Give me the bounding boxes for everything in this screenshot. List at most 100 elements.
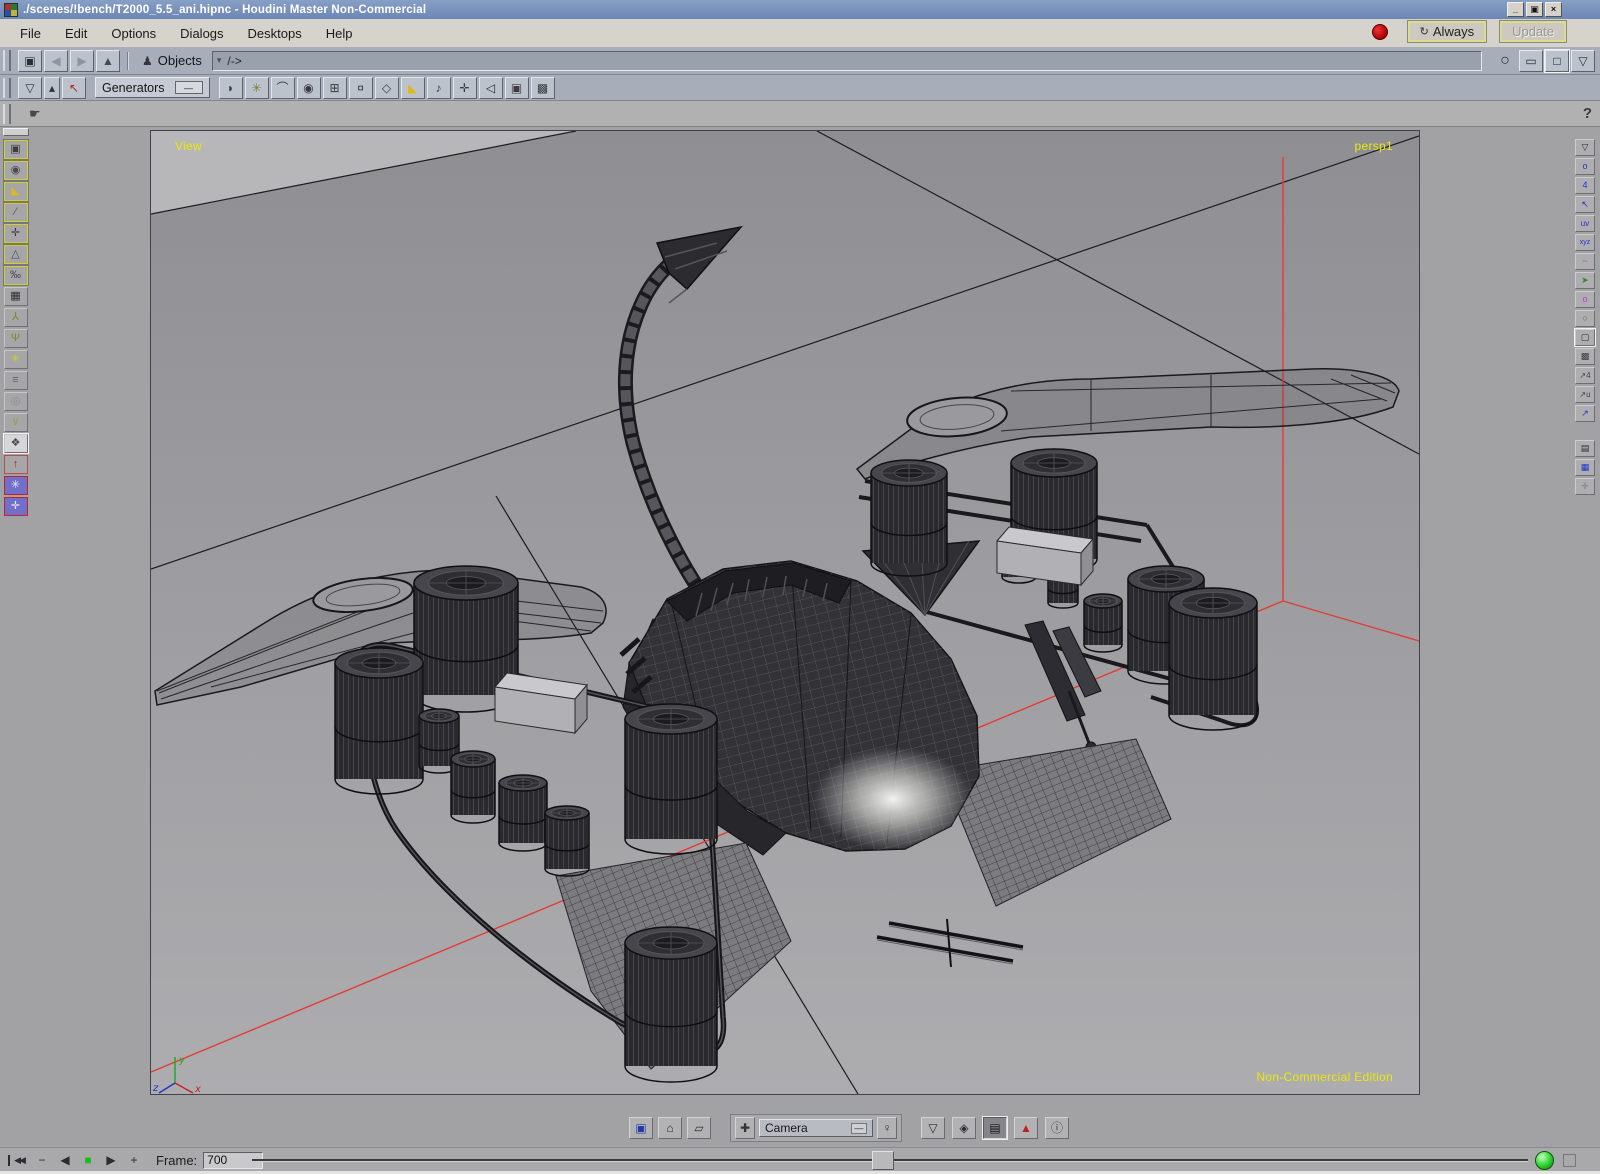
light-tool-icon[interactable]: ◣ — [401, 77, 425, 99]
red-arrow-icon[interactable]: ↑ — [4, 455, 28, 474]
camera-icon[interactable]: ◉ — [4, 161, 28, 180]
shaded-mode-icon[interactable]: ◈ — [952, 1117, 976, 1139]
starburst-icon[interactable]: ✳ — [4, 350, 28, 369]
help-button[interactable]: ? — [1583, 105, 1592, 122]
snap-grid-icon[interactable]: ↗4 — [1575, 367, 1595, 384]
menu-help[interactable]: Help — [314, 20, 365, 47]
ik-chain-icon[interactable]: Ψ — [4, 329, 28, 348]
up-level-button[interactable]: ▲ — [96, 50, 120, 72]
info-icon[interactable]: ⓘ — [1045, 1117, 1069, 1139]
view-filter-icon[interactable]: ▽ — [1575, 139, 1595, 156]
chevrons-icon[interactable]: ∨ — [4, 413, 28, 432]
curve-edit-icon[interactable]: ~ — [1575, 253, 1595, 270]
bone-tool-icon[interactable]: ⌒ — [271, 77, 295, 99]
restore-button[interactable]: ▣ — [1526, 2, 1543, 17]
frame-view-icon[interactable]: ▱ — [687, 1117, 711, 1139]
paint-select-icon[interactable]: ✛ — [4, 497, 28, 516]
add-view-button[interactable]: ✚ — [735, 1117, 755, 1139]
display-box-icon[interactable]: ▤ — [1575, 440, 1595, 457]
bone-icon[interactable]: ⁄ — [4, 203, 28, 222]
path-field[interactable]: ▾ /-> — [212, 51, 1482, 71]
spare-button[interactable]: ▴ — [44, 77, 60, 99]
menu-file[interactable]: File — [8, 20, 53, 47]
toolbar-grip[interactable] — [3, 50, 11, 72]
snap-points-icon[interactable]: ↗ — [1575, 405, 1595, 422]
jack-icon[interactable]: ❖ — [4, 434, 28, 453]
viewport-filter-icon[interactable]: ▽ — [921, 1117, 945, 1139]
home-view-icon[interactable]: ⌂ — [658, 1117, 682, 1139]
pane-layout-button[interactable]: ▣ — [18, 50, 42, 72]
float-pane-button[interactable]: ▭ — [1519, 50, 1543, 72]
point-select-icon[interactable]: o — [1575, 291, 1595, 308]
flask-icon[interactable]: △ — [4, 245, 28, 264]
generators-dropdown[interactable]: Generators — — [95, 77, 210, 98]
timeline-handle[interactable] — [872, 1151, 894, 1170]
tool-filter-button[interactable]: ▽ — [18, 77, 42, 99]
realtime-toggle-icon[interactable] — [1535, 1151, 1554, 1170]
select-xyz-icon[interactable]: xyz — [1575, 234, 1595, 251]
collapse-icon[interactable]: — — [851, 1123, 867, 1134]
update-mode-button[interactable]: ↻ Always — [1408, 21, 1486, 42]
update-button[interactable]: Update — [1500, 21, 1566, 42]
hierarchy-icon[interactable]: ⅄ — [4, 308, 28, 327]
play-forward-button[interactable]: ▶ — [103, 1153, 119, 1167]
play-reverse-button[interactable]: ◀ — [57, 1153, 73, 1167]
snap-uv-icon[interactable]: ↗u — [1575, 386, 1595, 403]
select-uv-icon[interactable]: uv — [1575, 215, 1595, 232]
filter-display-button[interactable]: ▽ — [1571, 50, 1595, 72]
close-button[interactable]: × — [1545, 2, 1562, 17]
instance-tool-icon[interactable]: ▩ — [531, 77, 555, 99]
microphone-tool-icon[interactable]: ♪ — [427, 77, 451, 99]
view-mode-icon[interactable]: ▣ — [629, 1117, 653, 1139]
menu-dialogs[interactable]: Dialogs — [168, 20, 235, 47]
titlebar[interactable]: ./scenes/!bench/T2000_5.5_ani.hipnc - Ho… — [0, 0, 1600, 19]
blend-tool-icon[interactable]: ⊞ — [323, 77, 347, 99]
box-pick-icon[interactable]: ▢ — [1575, 329, 1595, 346]
path-menu-icon[interactable]: ▾ — [217, 55, 222, 66]
quad-view-icon[interactable]: ▦ — [1575, 459, 1595, 476]
menu-desktops[interactable]: Desktops — [236, 20, 314, 47]
dotted-box-icon[interactable]: ▩ — [1575, 348, 1595, 365]
forward-button[interactable]: ▶ — [70, 50, 94, 72]
context-indicator[interactable]: ♟ Objects — [142, 53, 202, 68]
toolbar-scroll-nub[interactable] — [3, 128, 29, 136]
menu-edit[interactable]: Edit — [53, 20, 99, 47]
frame-forward-button[interactable]: + — [126, 1153, 142, 1167]
add-pane-icon[interactable]: ✛ — [1575, 478, 1595, 495]
minimize-button[interactable]: _ — [1507, 2, 1524, 17]
select-pointer-icon[interactable]: ↖ — [1575, 196, 1595, 213]
camera-tool-icon[interactable]: ◉ — [297, 77, 321, 99]
geometry-tool-icon[interactable]: ◇ — [375, 77, 399, 99]
flag-icon[interactable]: ➤ — [1575, 272, 1595, 289]
null-tool-icon[interactable]: ◗ — [219, 77, 243, 99]
playbar-options-button[interactable] — [1563, 1154, 1576, 1167]
collapse-icon[interactable]: — — [175, 81, 203, 94]
stop-button[interactable]: ■ — [80, 1153, 96, 1167]
stamp-tool-icon[interactable]: ¤ — [349, 77, 373, 99]
spray-paint-icon[interactable]: ✳ — [4, 476, 28, 495]
geometry-icon[interactable]: ▣ — [4, 140, 28, 159]
timeline-track[interactable] — [252, 1159, 1528, 1162]
select-groups-icon[interactable]: 4 — [1575, 177, 1595, 194]
metaball-icon[interactable]: ‰ — [4, 266, 28, 285]
render-indicator-icon[interactable] — [1372, 24, 1388, 40]
light-icon[interactable]: ◣ — [4, 182, 28, 201]
fly-mode-button[interactable]: ♀ — [877, 1117, 897, 1139]
viewport-3d-scene[interactable]: y z x — [151, 131, 1419, 1094]
sound-tool-icon[interactable]: ◁ — [479, 77, 503, 99]
select-tool-button[interactable]: ↖ — [62, 77, 86, 99]
fetch-tool-icon[interactable]: ▣ — [505, 77, 529, 99]
lasso-icon[interactable]: ○ — [1575, 310, 1595, 327]
select-objects-icon[interactable]: o — [1575, 158, 1595, 175]
toolbar-grip[interactable] — [3, 104, 11, 124]
add-tool-icon[interactable]: ✛ — [453, 77, 477, 99]
constraints-icon[interactable]: ≡ — [4, 371, 28, 390]
keyboard-icon[interactable]: ▤ — [983, 1117, 1007, 1139]
toolbar-grip[interactable] — [3, 78, 11, 98]
maximize-pane-button[interactable]: □ — [1545, 50, 1569, 72]
hq-flame-icon[interactable]: ▲ — [1014, 1117, 1038, 1139]
paste-grid-icon[interactable]: ▦ — [4, 287, 28, 306]
radial-menu-button[interactable]: ○ — [1493, 50, 1517, 72]
rewind-button[interactable]: ◀◀ — [8, 1155, 27, 1166]
back-button[interactable]: ◀ — [44, 50, 68, 72]
